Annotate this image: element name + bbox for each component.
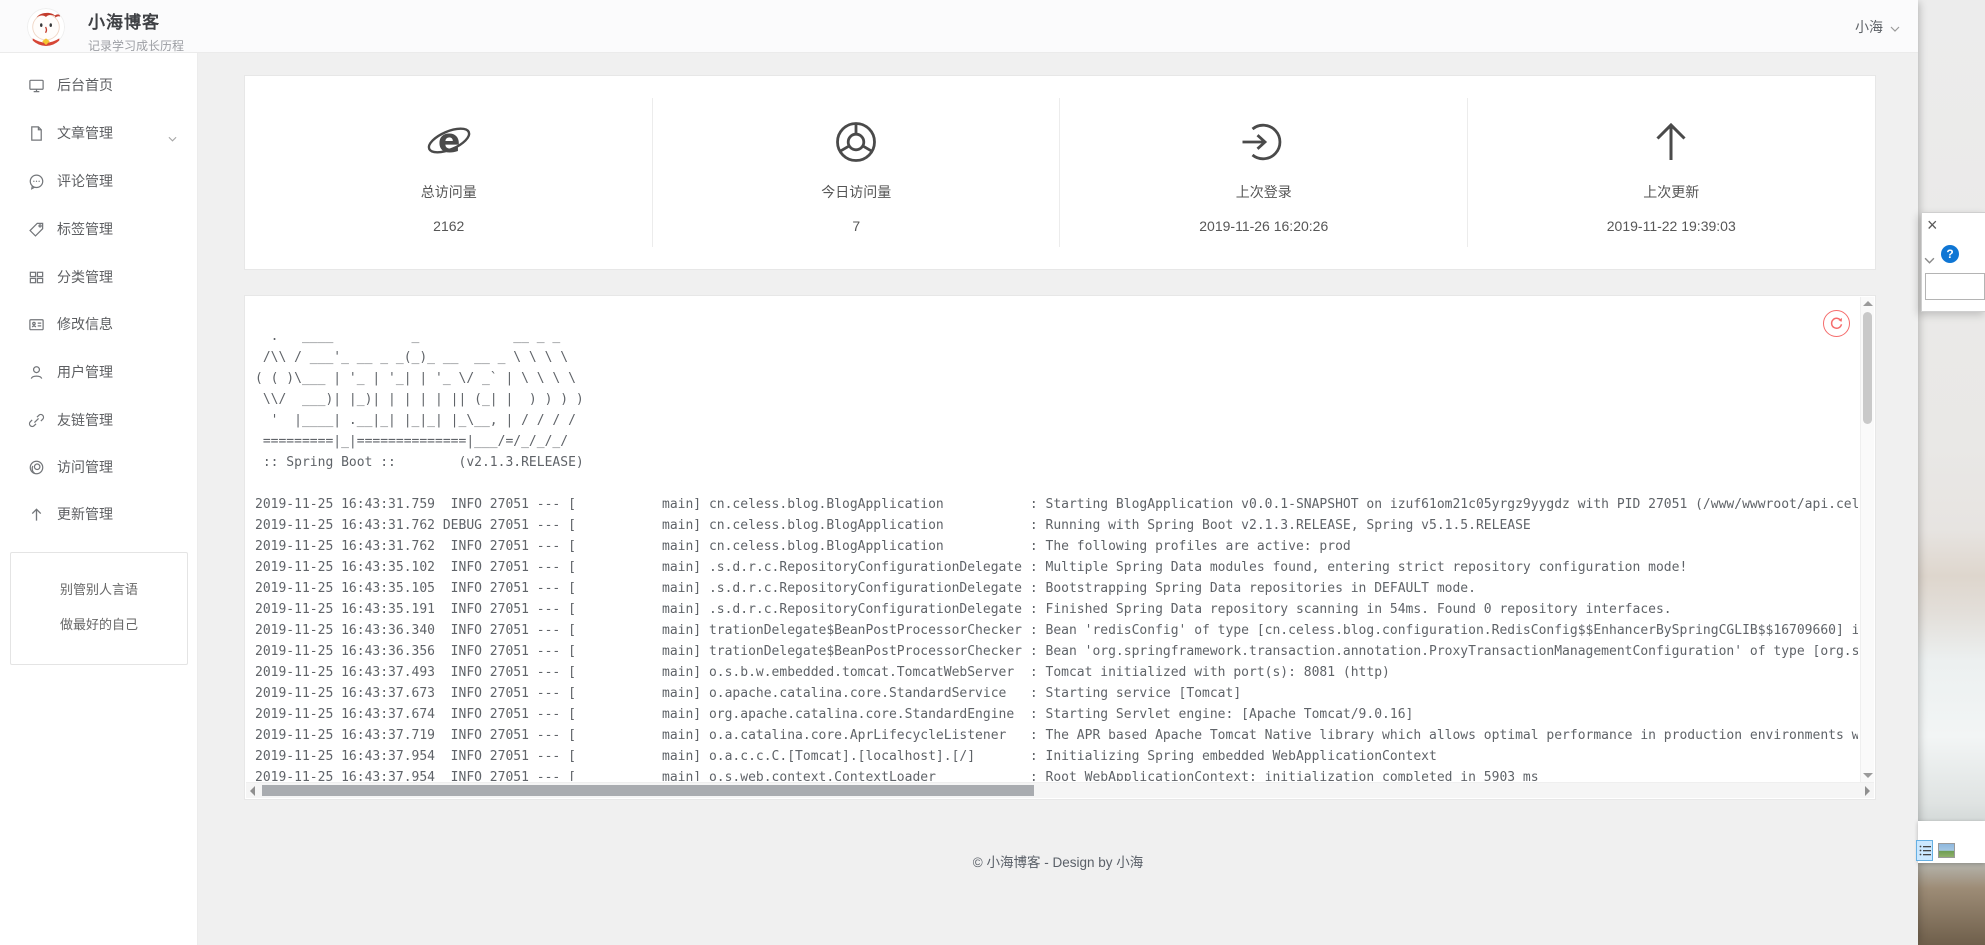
sidebar-item-label: 访问管理 (57, 457, 113, 477)
sidebar-item-label: 后台首页 (57, 75, 113, 95)
quote-box: 别管别人言语 做最好的自己 (10, 552, 188, 665)
globe-icon (28, 459, 45, 476)
vertical-scrollbar[interactable] (1860, 297, 1874, 782)
log-lines: 2019-11-25 16:43:31.759 INFO 27051 --- [… (255, 494, 1858, 781)
app-header: 小海博客 记录学习成长历程 小海 (0, 0, 1918, 53)
quote-line-2: 做最好的自己 (11, 614, 187, 633)
user-name: 小海 (1855, 17, 1883, 37)
sidebar-item-label: 用户管理 (57, 362, 113, 382)
close-icon[interactable]: × (1927, 215, 1938, 235)
stats-panel: e 总访问量 2162 今日访问量 7 (244, 75, 1876, 270)
sidebar-item-articles[interactable]: 文章管理 (0, 109, 197, 157)
sidebar-item-label: 修改信息 (57, 314, 113, 334)
scroll-left-arrow[interactable] (250, 786, 255, 796)
sidebar-item-label: 文章管理 (57, 123, 113, 143)
sidebar-item-label: 友链管理 (57, 410, 113, 430)
explorer-view-bar (1918, 821, 1985, 863)
sidebar-item-visits[interactable]: 访问管理 (0, 443, 197, 491)
chevron-down-icon[interactable] (1924, 251, 1935, 269)
stat-card-last-update: 上次更新 2019-11-22 19:39:03 (1468, 76, 1876, 269)
comment-icon (28, 173, 45, 190)
app-subtitle: 记录学习成长历程 (88, 37, 184, 54)
stat-label: 今日访问量 (653, 182, 1061, 202)
page-footer: © 小海博客 - Design by 小海 (198, 851, 1918, 871)
screen: 小海博客 记录学习成长历程 小海 后台首页 (0, 0, 1985, 945)
sidebar-item-categories[interactable]: 分类管理 (0, 253, 197, 301)
avatar (27, 8, 65, 46)
sidebar-item-updates[interactable]: 更新管理 (0, 490, 197, 538)
chevron-down-icon (1890, 19, 1900, 35)
sidebar-item-dashboard[interactable]: 后台首页 (0, 61, 197, 109)
refresh-button[interactable] (1823, 310, 1850, 337)
title-block: 小海博客 记录学习成长历程 (88, 8, 184, 54)
link-icon (28, 412, 45, 429)
user-dropdown[interactable]: 小海 (1855, 0, 1900, 53)
svg-text:e: e (438, 121, 460, 160)
sidebar-item-label: 评论管理 (57, 171, 113, 191)
browser-page: 小海博客 记录学习成长历程 小海 后台首页 (0, 0, 1918, 945)
vertical-scrollbar-thumb[interactable] (1863, 312, 1872, 424)
stat-value: 7 (653, 218, 1061, 234)
tag-icon (28, 221, 45, 238)
sidebar-item-label: 更新管理 (57, 504, 113, 524)
app-title: 小海博客 (88, 8, 184, 33)
stat-value: 2019-11-22 19:39:03 (1468, 218, 1876, 234)
sidebar-item-label: 标签管理 (57, 219, 113, 239)
stat-label: 上次登录 (1060, 182, 1468, 202)
stat-label: 上次更新 (1468, 182, 1876, 202)
sidebar-item-profile[interactable]: 修改信息 (0, 300, 197, 348)
help-icon[interactable]: ? (1941, 245, 1959, 263)
chevron-down-icon (168, 129, 177, 145)
ie-browser-icon: e (425, 118, 473, 166)
scroll-down-arrow[interactable] (1863, 773, 1873, 778)
grid-icon (28, 269, 45, 286)
spring-boot-banner: . ____ _ __ _ _ /\\ / ___'_ __ _ _(_)_ _… (255, 326, 1858, 473)
stat-label: 总访问量 (245, 182, 653, 202)
stat-value: 2019-11-26 16:20:26 (1060, 218, 1468, 234)
user-icon (28, 364, 45, 381)
stat-card-today-visits: 今日访问量 7 (653, 76, 1061, 269)
arrow-up-icon (1647, 118, 1695, 166)
list-view-button[interactable] (1916, 840, 1933, 861)
stat-card-total-visits: e 总访问量 2162 (245, 76, 653, 269)
sidebar-item-label: 分类管理 (57, 267, 113, 287)
sidebar-item-tags[interactable]: 标签管理 (0, 205, 197, 253)
chrome-browser-icon (832, 118, 880, 166)
main-content: e 总访问量 2162 今日访问量 7 (198, 53, 1918, 945)
stat-value: 2162 (245, 218, 653, 234)
desktop-popup: × ? (1921, 212, 1985, 312)
arrow-up-icon (28, 506, 45, 523)
popup-input[interactable] (1925, 273, 1985, 300)
sidebar: 后台首页 文章管理 评论管理 (0, 53, 198, 945)
scroll-right-arrow[interactable] (1865, 786, 1870, 796)
document-icon (28, 125, 45, 142)
stat-card-last-login: 上次登录 2019-11-26 16:20:26 (1060, 76, 1468, 269)
desktop-wallpaper (1918, 0, 1985, 945)
login-icon (1240, 118, 1288, 166)
quote-line-1: 别管别人言语 (11, 579, 187, 598)
log-content: . ____ _ __ _ _ /\\ / ___'_ __ _ _(_)_ _… (255, 326, 1858, 781)
image-view-button[interactable] (1938, 843, 1955, 858)
sidebar-item-users[interactable]: 用户管理 (0, 348, 197, 396)
horizontal-scrollbar[interactable] (246, 782, 1874, 798)
id-card-icon (28, 316, 45, 333)
horizontal-scrollbar-thumb[interactable] (262, 785, 1034, 796)
sidebar-item-links[interactable]: 友链管理 (0, 396, 197, 444)
sidebar-item-comments[interactable]: 评论管理 (0, 157, 197, 205)
monitor-icon (28, 77, 45, 94)
scroll-up-arrow[interactable] (1863, 301, 1873, 306)
log-console: . ____ _ __ _ _ /\\ / ___'_ __ _ _(_)_ _… (244, 295, 1876, 800)
